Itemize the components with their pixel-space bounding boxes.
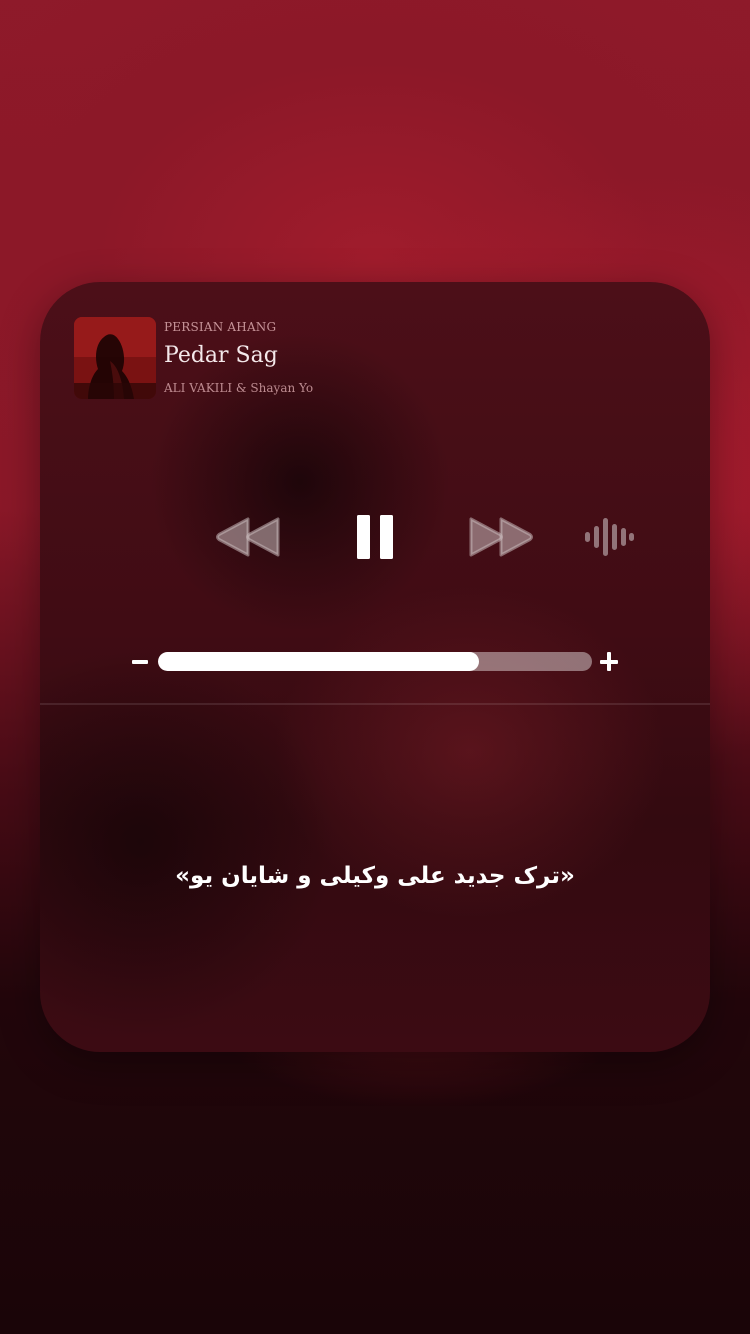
volume-slider-fill bbox=[158, 652, 480, 671]
audio-waveform-icon bbox=[585, 518, 634, 556]
caption-text: «ترک جدید علی وکیلی و شایان یو» bbox=[175, 863, 575, 889]
pause-icon bbox=[357, 515, 393, 559]
audio-output-button[interactable] bbox=[583, 516, 635, 558]
app-name-label: PERSIAN AHANG bbox=[164, 320, 277, 334]
track-artist: ALI VAKILI & Shayan Yo bbox=[164, 381, 314, 395]
volume-plus-icon[interactable] bbox=[600, 652, 620, 672]
pause-button[interactable] bbox=[355, 512, 395, 562]
album-art-image bbox=[74, 317, 156, 399]
album-art[interactable] bbox=[74, 317, 156, 399]
divider bbox=[40, 703, 710, 705]
volume-control bbox=[132, 648, 622, 676]
volume-minus-icon[interactable] bbox=[132, 660, 148, 664]
playback-controls bbox=[40, 507, 710, 567]
fast-forward-icon bbox=[469, 517, 533, 557]
track-title: Pedar Sag bbox=[164, 343, 278, 368]
now-playing-card: PERSIAN AHANG Pedar Sag ALI VAKILI & Sha… bbox=[40, 282, 710, 1052]
rewind-button[interactable] bbox=[215, 515, 281, 559]
volume-slider[interactable] bbox=[158, 652, 592, 671]
fast-forward-button[interactable] bbox=[468, 515, 534, 559]
rewind-icon bbox=[216, 517, 280, 557]
